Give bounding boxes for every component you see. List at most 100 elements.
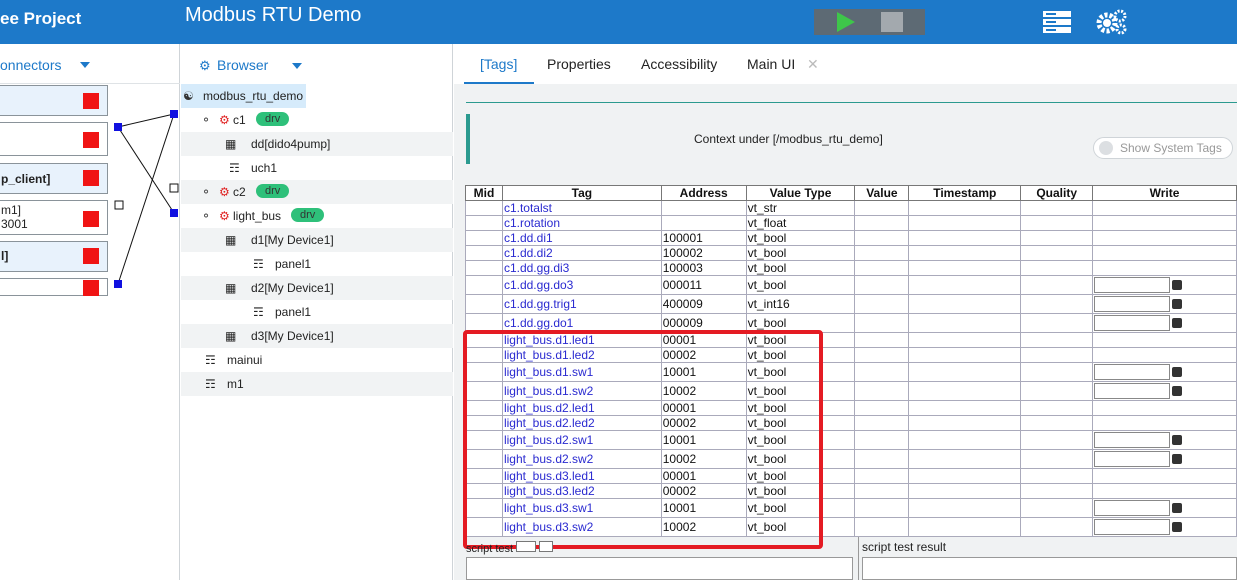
connector-box[interactable]: m1] 3001 (0, 200, 108, 235)
tree-node-m1[interactable]: ☶ m1 (181, 372, 453, 396)
tree-node-d2[interactable]: ▦ d2[My Device1] (181, 276, 453, 300)
status-indicator (83, 248, 99, 264)
script-input[interactable] (466, 557, 853, 580)
tag-link[interactable]: c1.rotation (501, 215, 662, 231)
write-cell (1092, 313, 1237, 333)
quality-cell (1020, 362, 1094, 382)
connector-box[interactable] (0, 122, 108, 156)
play-icon[interactable] (837, 12, 855, 32)
write-pencil-icon[interactable] (1172, 503, 1183, 513)
value-cell (854, 517, 910, 537)
toggle-knob (1099, 141, 1113, 155)
tag-link[interactable]: c1.dd.gg.di3 (501, 260, 662, 276)
browser-label[interactable]: Browser (217, 57, 268, 73)
tab-properties[interactable]: Properties (547, 56, 611, 72)
write-input[interactable] (1094, 277, 1171, 293)
value-cell (854, 347, 910, 363)
write-input[interactable] (1094, 519, 1171, 535)
write-cell (1092, 245, 1237, 261)
connector-box[interactable] (0, 278, 108, 296)
tag-link[interactable]: c1.totalst (501, 200, 662, 216)
timestamp-cell (908, 468, 1022, 484)
write-cell (1092, 275, 1237, 295)
col-tag: Tag (501, 185, 662, 201)
server-icon[interactable] (1043, 11, 1071, 33)
tree-node-dd[interactable]: ▦ dd[dido4pump] (181, 132, 453, 156)
clear-button[interactable] (539, 541, 554, 552)
tag-link[interactable]: c1.dd.di2 (501, 245, 662, 261)
close-icon[interactable]: ✕ (807, 56, 819, 73)
write-cell (1092, 468, 1237, 484)
connector-lines (114, 110, 179, 288)
timestamp-cell (908, 347, 1022, 363)
timestamp-cell (908, 430, 1022, 450)
device-icon: ▦ (225, 281, 237, 295)
write-input[interactable] (1094, 500, 1171, 516)
mid-cell (465, 275, 503, 295)
stop-icon[interactable] (881, 12, 903, 32)
tree-node-d1[interactable]: ▦ d1[My Device1] (181, 228, 453, 252)
write-cell (1092, 362, 1237, 382)
write-input[interactable] (1094, 451, 1171, 467)
write-pencil-icon[interactable] (1172, 522, 1183, 532)
tree-node-panel1[interactable]: ☶ panel1 (181, 300, 453, 324)
write-pencil-icon[interactable] (1172, 280, 1183, 290)
connector-box[interactable]: p_client] (0, 163, 108, 194)
tab-main-ui[interactable]: Main UI (747, 56, 795, 72)
tree-node-c1[interactable]: ⚬ ⚙ c1 drv (181, 108, 453, 132)
write-pencil-icon[interactable] (1172, 318, 1183, 328)
tab-accessibility[interactable]: Accessibility (641, 56, 717, 72)
hierarchy-icon: ☯ (183, 89, 194, 103)
tree-node-uch1[interactable]: ☶ uch1 (181, 156, 453, 180)
write-pencil-icon[interactable] (1172, 454, 1183, 464)
settings-gear-icon[interactable] (1096, 8, 1128, 36)
tag-link[interactable]: c1.dd.gg.do3 (501, 275, 662, 295)
puzzle-icon: ☶ (205, 353, 216, 367)
device-icon: ▦ (225, 137, 237, 151)
tree-node-d3[interactable]: ▦ d3[My Device1] (181, 324, 453, 348)
quality-cell (1020, 430, 1094, 450)
connector-box[interactable]: l] (0, 241, 108, 272)
tab-tags[interactable]: [Tags] (480, 56, 517, 72)
show-system-tags-toggle[interactable]: Show System Tags (1093, 137, 1233, 159)
col-value-type: Value Type (745, 185, 856, 201)
connector-box[interactable] (0, 85, 108, 116)
write-pencil-icon[interactable] (1172, 367, 1183, 377)
tag-link[interactable]: c1.dd.gg.trig1 (501, 294, 662, 314)
tag-link[interactable]: c1.dd.di1 (501, 230, 662, 246)
address-cell: 100001 (660, 230, 747, 246)
write-pencil-icon[interactable] (1172, 299, 1183, 309)
gear-icon: ⚙ (219, 209, 230, 223)
write-input[interactable] (1094, 315, 1171, 331)
quality-cell (1020, 381, 1094, 401)
run-button[interactable] (516, 541, 537, 552)
quality-cell (1020, 245, 1094, 261)
connector-plug-icon: ⚬ (201, 209, 212, 223)
tree-node-root[interactable]: ☯ modbus_rtu_demo (181, 84, 306, 108)
connectors-dropdown-icon[interactable] (80, 62, 90, 68)
write-input[interactable] (1094, 296, 1171, 312)
tree-node-light-bus[interactable]: ⚬ ⚙ light_bus drv (181, 204, 453, 228)
timestamp-cell (908, 400, 1022, 416)
write-cell (1092, 347, 1237, 363)
write-pencil-icon[interactable] (1172, 386, 1183, 396)
address-cell: 400009 (660, 294, 747, 314)
value-type-cell: vt_float (745, 215, 856, 231)
tree-node-c2[interactable]: ⚬ ⚙ c2 drv (181, 180, 453, 204)
browser-dropdown-icon[interactable] (292, 63, 302, 69)
write-input[interactable] (1094, 383, 1171, 399)
write-input[interactable] (1094, 364, 1171, 380)
tree-node-mainui[interactable]: ☶ mainui (181, 348, 453, 372)
timestamp-cell (908, 483, 1022, 499)
tree-node-panel1[interactable]: ☶ panel1 (181, 252, 453, 276)
quality-cell (1020, 483, 1094, 499)
quality-cell (1020, 517, 1094, 537)
timestamp-cell (908, 449, 1022, 469)
write-pencil-icon[interactable] (1172, 435, 1183, 445)
script-result[interactable] (862, 557, 1237, 580)
col-value: Value (854, 185, 910, 201)
browser-panel: ⚙ Browser ☯ modbus_rtu_demo ⚬ ⚙ c1 drv ▦ dd[d… (181, 44, 453, 580)
write-input[interactable] (1094, 432, 1171, 448)
connectors-label[interactable]: onnectors (0, 57, 61, 73)
script-result-label: script test result (862, 540, 947, 554)
